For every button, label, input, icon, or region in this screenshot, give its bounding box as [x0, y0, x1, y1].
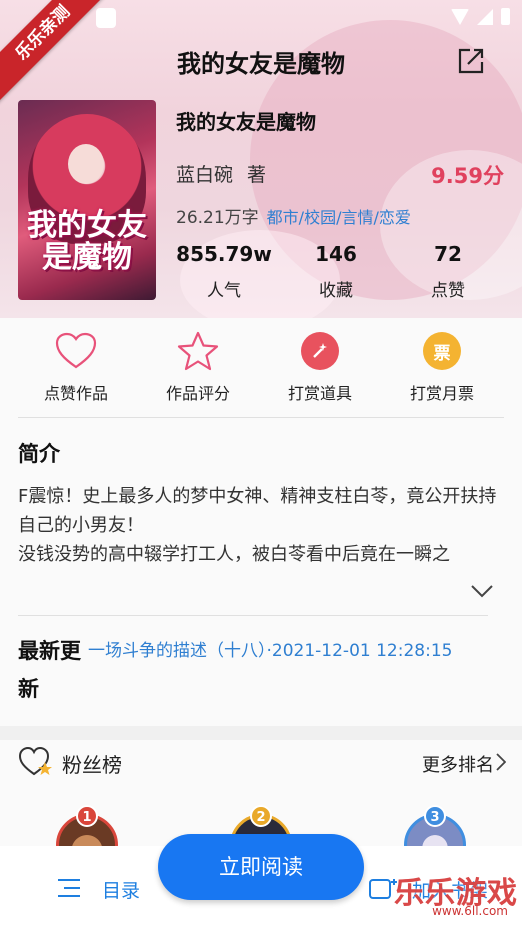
latest-update-heading: 最新更新	[18, 639, 81, 701]
rank-badge: 2	[250, 805, 272, 827]
toc-button[interactable]: 目录	[102, 876, 140, 903]
wand-icon	[301, 332, 339, 370]
chevron-down-icon[interactable]	[470, 582, 494, 600]
divider	[18, 417, 504, 418]
wifi-icon	[451, 8, 469, 25]
watermark-url: www.6ll.com	[432, 904, 508, 918]
tip-item-button[interactable]: 打赏道具	[259, 330, 381, 404]
stat-likes: 72 点赞	[392, 242, 504, 301]
stat-value: 146	[315, 242, 357, 266]
page-title: 我的女友是魔物	[177, 50, 345, 78]
fans-heart-icon	[18, 746, 52, 776]
like-book-button[interactable]: 点赞作品	[15, 330, 137, 404]
book-score: 9.59分	[431, 164, 504, 188]
action-label: 作品评分	[165, 384, 230, 403]
star-icon	[177, 331, 219, 371]
signal-icon	[477, 8, 493, 25]
author-name[interactable]: 蓝白碗	[176, 164, 233, 186]
genre-tags[interactable]: 都市/校园/言情/恋爱	[267, 208, 411, 227]
action-label: 打赏月票	[409, 384, 474, 403]
divider	[18, 615, 488, 616]
action-label: 打赏道具	[287, 384, 352, 403]
author-row: 蓝白碗著	[176, 160, 266, 187]
more-ranking-link[interactable]: 更多排名	[422, 751, 494, 777]
book-title: 我的女友是魔物	[176, 110, 316, 134]
stat-label: 点赞	[431, 281, 465, 301]
section-gap	[0, 726, 522, 740]
author-suffix: 著	[247, 164, 267, 186]
chevron-right-icon[interactable]	[496, 753, 506, 771]
stat-popularity: 855.79w 人气	[168, 242, 280, 301]
stat-value: 72	[434, 242, 462, 266]
rank-badge: 3	[424, 805, 446, 827]
stat-value: 855.79w	[176, 242, 272, 266]
word-count-row: 26.21万字 都市/校园/言情/恋爱	[176, 203, 411, 228]
battery-icon	[501, 8, 510, 25]
action-label: 点赞作品	[43, 384, 108, 403]
rate-book-button[interactable]: 作品评分	[137, 330, 259, 404]
notification-icon	[96, 8, 116, 28]
book-stats: 855.79w 人气 146 收藏 72 点赞	[168, 242, 504, 301]
read-now-button[interactable]: 立即阅读	[158, 834, 364, 900]
list-icon[interactable]	[56, 877, 82, 899]
fans-heading: 粉丝榜	[62, 753, 122, 777]
intro-text: F震惊！史上最多人的梦中女神、精神支柱白苓，竟公开扶持自己的小男友！ 没钱没势的…	[18, 486, 497, 565]
cover-title-art: 我的女友是魔物	[27, 208, 147, 275]
stat-label: 人气	[207, 281, 241, 301]
stat-label: 收藏	[319, 281, 353, 301]
rank-badge: 1	[76, 805, 98, 827]
latest-chapter-link[interactable]: 一场斗争的描述（十八）·2021-12-01 12:28:15	[88, 636, 452, 661]
monthly-ticket-button[interactable]: 票 打赏月票	[381, 330, 503, 404]
share-icon[interactable]	[456, 46, 486, 76]
book-cover[interactable]: 我的女友是魔物	[18, 100, 156, 300]
ticket-icon: 票	[423, 332, 461, 370]
stat-favorites: 146 收藏	[280, 242, 392, 301]
action-row: 点赞作品 作品评分 打赏道具 票 打赏月票	[0, 330, 522, 404]
intro-heading: 简介	[18, 442, 60, 466]
heart-icon	[55, 332, 97, 369]
word-count: 26.21万字	[176, 208, 259, 228]
